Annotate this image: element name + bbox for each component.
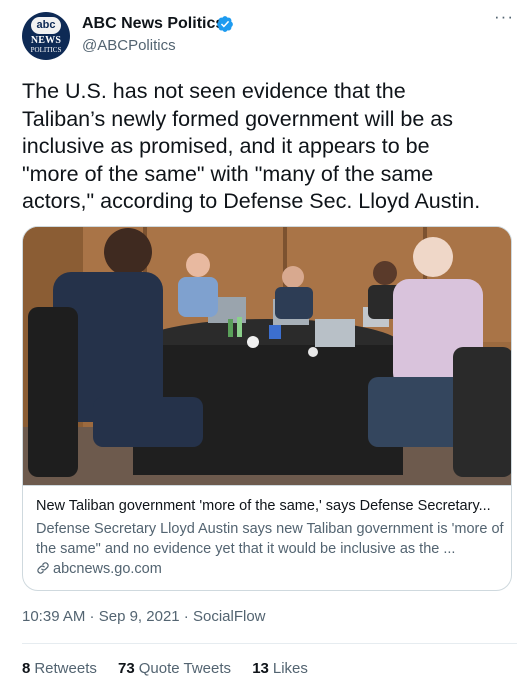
likes-stat[interactable]: 13 Likes (252, 660, 308, 677)
avatar[interactable]: abc NEWS POLITICS (22, 12, 70, 60)
retweets-label: Retweets (34, 660, 97, 677)
card-domain[interactable]: abcnews.go.com (36, 561, 162, 577)
card-description: Defense Secretary Lloyd Austin says new … (36, 521, 504, 557)
separator-2: · (179, 608, 193, 625)
avatar-abc-logo: abc (31, 17, 61, 34)
card-domain-text: abcnews.go.com (53, 561, 162, 577)
tweet: abc NEWS POLITICS ABC News Politics @ABC… (0, 0, 525, 695)
handle[interactable]: @ABCPolitics (82, 37, 176, 54)
quotes-label: Quote Tweets (138, 660, 232, 677)
engagement-stats: 8 Retweets 73 Quote Tweets 13 Likes (22, 660, 325, 677)
link-icon (37, 562, 49, 574)
verified-badge-icon (217, 16, 233, 32)
likes-label: Likes (272, 660, 308, 677)
display-name[interactable]: ABC News Politics (82, 15, 224, 33)
retweets-stat[interactable]: 8 Retweets (22, 660, 97, 677)
tweet-source[interactable]: SocialFlow (193, 608, 266, 625)
link-card[interactable]: New Taliban government 'more of the same… (22, 226, 512, 591)
timestamp[interactable]: 10:39 AM · Sep 9, 2021 · SocialFlow (22, 608, 266, 625)
quote-tweets-stat[interactable]: 73 Quote Tweets (118, 660, 231, 677)
tweet-date[interactable]: Sep 9, 2021 (99, 608, 180, 625)
card-image[interactable] (23, 227, 512, 485)
quotes-count: 73 (118, 660, 135, 677)
retweets-count: 8 (22, 660, 31, 677)
avatar-politics-text: POLITICS (30, 46, 62, 54)
likes-count: 13 (252, 660, 269, 677)
divider-top (22, 643, 517, 644)
tweet-time[interactable]: 10:39 AM (22, 608, 85, 625)
separator: · (85, 608, 99, 625)
card-title[interactable]: New Taliban government 'more of the same… (36, 498, 504, 514)
avatar-news-text: NEWS (30, 35, 62, 46)
tweet-text: The U.S. has not seen evidence that the … (22, 79, 481, 213)
card-meta[interactable]: New Taliban government 'more of the same… (23, 485, 511, 590)
more-options-icon[interactable]: ··· (492, 8, 516, 30)
